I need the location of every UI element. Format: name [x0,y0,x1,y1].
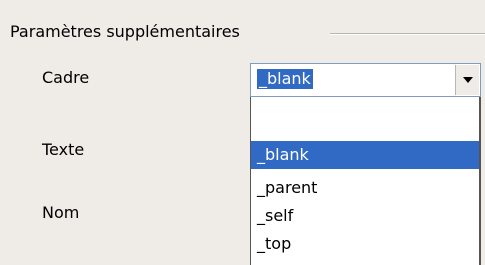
cadre-label: Cadre [42,68,90,87]
dropdown-option-blank[interactable]: _blank [251,141,479,169]
chevron-down-icon [463,77,473,83]
combo-value: _blank [257,69,313,89]
dropdown-option-top[interactable]: _top [251,230,479,258]
dropdown-list[interactable]: _blank _parent _self _top [250,97,481,265]
texte-label: Texte [42,140,85,159]
section-title: Paramètres supplémentaires [10,22,246,41]
dropdown-option-empty[interactable] [251,97,479,125]
dropdown-option-parent[interactable]: _parent [251,174,479,202]
section-divider [330,33,485,35]
cadre-combobox[interactable]: _blank [250,63,481,97]
nom-label: Nom [42,203,80,222]
dropdown-button[interactable] [455,65,479,95]
dropdown-option-self[interactable]: _self [251,202,479,230]
